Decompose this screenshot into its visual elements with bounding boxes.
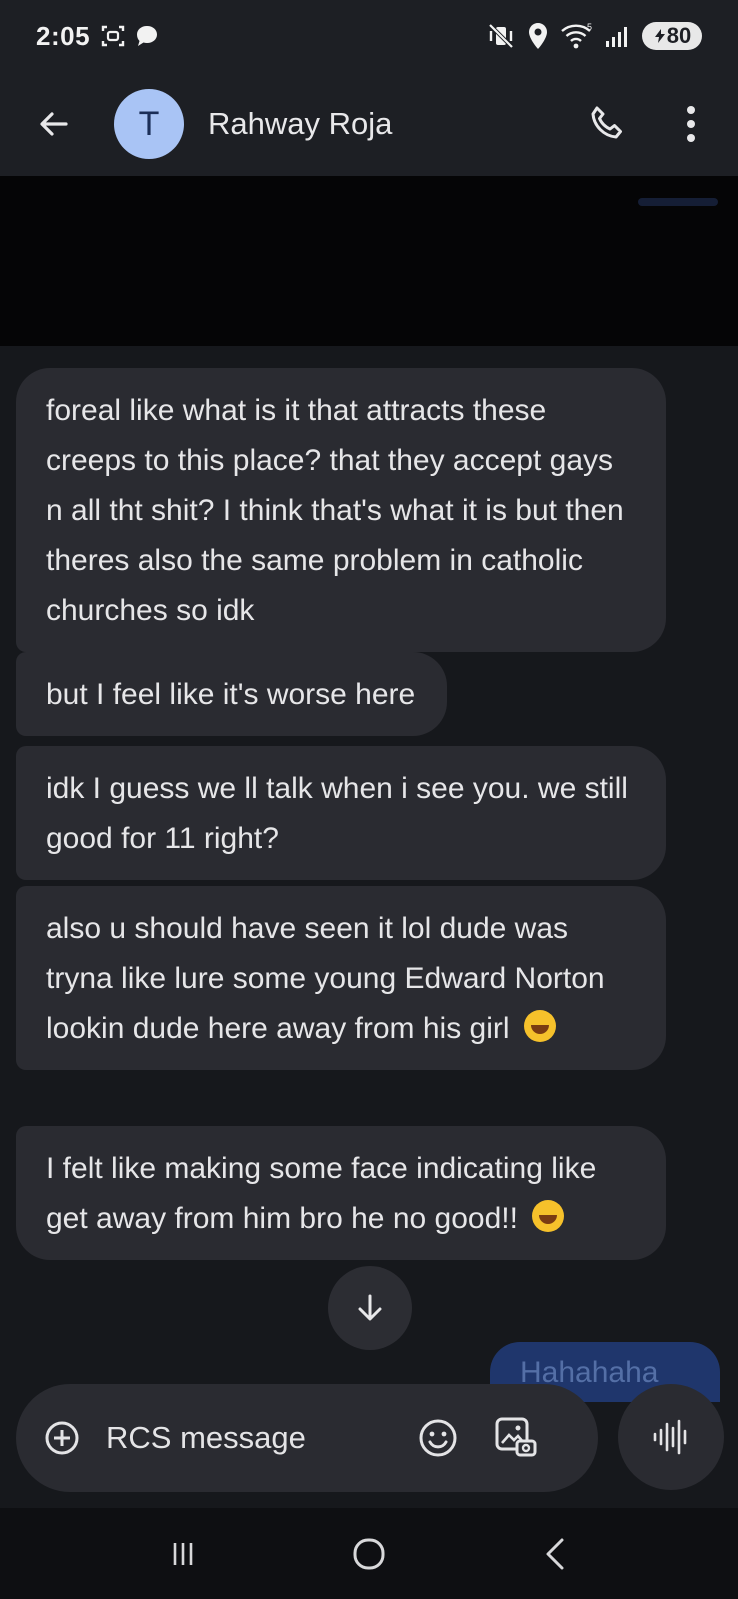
location-icon: [529, 23, 547, 49]
smiley-icon: [419, 1419, 457, 1457]
battery-saver-icon: [654, 29, 665, 43]
recents-icon: [173, 1542, 193, 1565]
incoming-message[interactable]: I felt like making some face indicating …: [16, 1126, 666, 1260]
conversation-header: T Rahway Roja: [0, 72, 738, 176]
rofl-emoji-icon: [523, 1010, 556, 1042]
back-button[interactable]: [24, 94, 84, 154]
voice-message-button[interactable]: [618, 1384, 724, 1490]
battery-indicator: 80: [642, 22, 702, 50]
incoming-message[interactable]: also u should have seen it lol dude was …: [16, 886, 666, 1070]
emoji-button[interactable]: [414, 1414, 462, 1462]
svg-text:5: 5: [587, 22, 592, 32]
message-text: I felt like making some face indicating …: [46, 1152, 597, 1235]
phone-icon: [591, 106, 622, 139]
avatar[interactable]: T: [114, 89, 184, 159]
chevron-left-icon: [546, 1538, 564, 1569]
redacted-region: [0, 176, 738, 346]
wifi-icon: 5: [561, 22, 592, 49]
message-text: foreal like what is it that attracts the…: [46, 394, 624, 627]
incoming-message[interactable]: foreal like what is it that attracts the…: [16, 368, 666, 652]
scroll-to-bottom-button[interactable]: [328, 1266, 412, 1350]
call-button[interactable]: [576, 94, 636, 154]
chat-notification-icon: [137, 26, 158, 46]
more-vert-icon: [687, 106, 695, 142]
battery-level: 80: [666, 23, 692, 48]
message-list[interactable]: foreal like what is it that attracts the…: [0, 346, 738, 1402]
signal-icon: [606, 27, 627, 47]
home-icon: [353, 1538, 385, 1569]
gallery-button[interactable]: [490, 1412, 542, 1464]
attach-button[interactable]: [40, 1416, 84, 1460]
rofl-emoji-icon: [532, 1200, 565, 1232]
arrow-left-icon: [40, 112, 68, 136]
status-time: 2:05: [36, 20, 91, 51]
message-text: idk I guess we ll talk when i see you. w…: [46, 772, 628, 855]
home-button[interactable]: [329, 1524, 409, 1584]
add-circle-icon: [45, 1421, 79, 1455]
recent-apps-button[interactable]: [143, 1524, 223, 1584]
compose-bar: [16, 1384, 598, 1492]
messages-screen: 2:05 5 80 T Rahway Roja foreal like what…: [0, 0, 738, 1599]
incoming-message[interactable]: idk I guess we ll talk when i see you. w…: [16, 746, 666, 880]
status-bar: 2:05 5 80: [0, 0, 738, 72]
image-gallery-icon: [495, 1417, 537, 1457]
arrow-down-icon: [358, 1294, 382, 1321]
audio-waveform-icon: [653, 1419, 687, 1455]
message-text: also u should have seen it lol dude was …: [46, 912, 605, 1045]
more-options-button[interactable]: [666, 94, 716, 154]
nav-back-button[interactable]: [515, 1524, 595, 1584]
system-nav-bar: [0, 1508, 738, 1599]
message-text: but I feel like it's worse here: [46, 678, 416, 711]
contact-name[interactable]: Rahway Roja: [208, 106, 392, 142]
screenshot-icon: [101, 25, 125, 47]
mute-vibrate-icon: [488, 23, 514, 49]
incoming-message[interactable]: but I feel like it's worse here: [16, 652, 448, 736]
message-input[interactable]: [106, 1420, 406, 1456]
